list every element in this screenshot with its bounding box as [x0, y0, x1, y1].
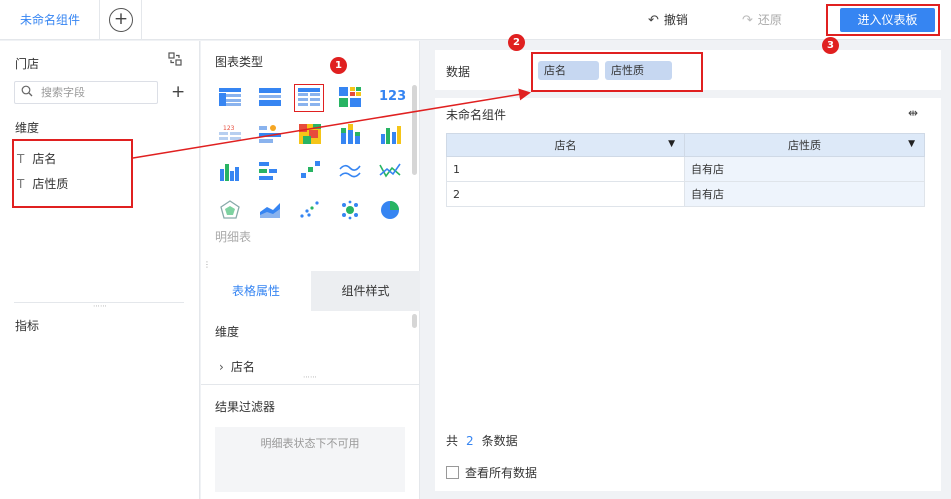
- config-panel: 图表类型 123 123 明细表 ⋮ 表格属性 组件样式 维度 › 店名 ⋯⋯ …: [201, 41, 420, 499]
- kpi-number-icon[interactable]: 123: [379, 89, 406, 109]
- search-icon: [21, 85, 33, 100]
- property-dimension-item-label: 店名: [230, 360, 255, 374]
- color-table-icon[interactable]: [339, 87, 361, 107]
- annotation-badge-1: 1: [330, 57, 347, 74]
- annotation-box-enter-button: [826, 4, 940, 36]
- line-chart-icon[interactable]: [339, 161, 361, 181]
- top-bar: 未命名组件 + ↶ 撤销 ↷ 还原 进入仪表板: [0, 0, 951, 40]
- fit-width-icon[interactable]: ⇹: [908, 106, 918, 120]
- annotation-box-data-bar: [531, 52, 703, 92]
- row-count-value: 2: [466, 434, 474, 448]
- property-scrollbar[interactable]: [412, 314, 417, 328]
- chart-type-scrollbar[interactable]: [412, 85, 417, 175]
- radar-chart-icon[interactable]: [219, 200, 241, 220]
- add-field-icon[interactable]: +: [171, 82, 185, 102]
- field-panel: 门店 + 维度 T店名 T店性质 ⋯⋯ 指标: [0, 41, 200, 499]
- annotation-badge-3: 3: [822, 37, 839, 54]
- column-header-store-type[interactable]: 店性质 ▼: [684, 133, 925, 157]
- progress-chart-icon[interactable]: [259, 124, 281, 144]
- dimension-section-label: 维度: [15, 121, 40, 135]
- view-all-label: 查看所有数据: [465, 466, 538, 480]
- row-count: 共 2 条数据: [446, 432, 518, 449]
- table-cell: 自有店: [684, 181, 925, 207]
- tab-table-properties[interactable]: 表格属性: [201, 271, 311, 311]
- redo-button[interactable]: ↷ 还原: [742, 11, 782, 28]
- table-row: 1 自有店: [446, 156, 925, 182]
- undo-button[interactable]: ↶ 撤销: [648, 11, 688, 28]
- resize-grip-icon[interactable]: ⋯⋯: [303, 374, 317, 381]
- search-field: [14, 81, 158, 104]
- row-count-suffix: 条数据: [481, 434, 518, 448]
- annotation-box-fields: [12, 139, 133, 208]
- detail-table-icon[interactable]: [294, 84, 324, 112]
- scatter-chart-icon[interactable]: [299, 200, 321, 220]
- undo-label: 撤销: [663, 13, 688, 27]
- property-dimension-label: 维度: [215, 325, 240, 339]
- data-bar-label: 数据: [446, 65, 471, 79]
- switch-datasource-icon[interactable]: [168, 52, 182, 70]
- column-header-label: 店性质: [788, 139, 821, 152]
- panel-resize-grip-icon[interactable]: ⋮: [203, 261, 211, 269]
- view-all-checkbox[interactable]: [446, 466, 459, 479]
- table-row: 2 自有店: [446, 181, 925, 207]
- undo-icon: ↶: [648, 13, 659, 28]
- metric-section-label: 指标: [15, 319, 40, 333]
- redo-label: 还原: [757, 13, 782, 27]
- text-chart-icon[interactable]: 123: [219, 124, 241, 144]
- column-header-label: 店名: [554, 139, 577, 152]
- sort-dropdown-icon[interactable]: ▼: [668, 139, 675, 149]
- cross-table-icon[interactable]: [259, 88, 281, 108]
- annotation-badge-2: 2: [508, 34, 525, 51]
- component-tab[interactable]: 未命名组件: [0, 0, 100, 40]
- sort-dropdown-icon[interactable]: ▼: [908, 139, 915, 149]
- combo-line-icon[interactable]: [379, 161, 401, 181]
- chart-type-title: 图表类型: [215, 55, 264, 69]
- column-header-store-name[interactable]: 店名 ▼: [446, 133, 685, 157]
- grouped-table-icon[interactable]: [219, 88, 241, 108]
- add-tab-button[interactable]: +: [109, 8, 133, 32]
- chart-type-name: 明细表: [215, 230, 252, 244]
- view-all-data-option[interactable]: 查看所有数据: [446, 464, 537, 481]
- table-cell: 1: [446, 156, 685, 182]
- horizontal-bar-icon[interactable]: [259, 161, 281, 181]
- result-filter-title: 结果过滤器: [215, 400, 276, 414]
- bubble-chart-icon[interactable]: [339, 200, 361, 220]
- redo-icon: ↷: [742, 13, 753, 28]
- detail-table: 店名 ▼ 店性质 ▼ 1 自有店 2 自有店: [446, 133, 925, 207]
- search-input[interactable]: [41, 84, 151, 101]
- tab-component-style[interactable]: 组件样式: [311, 271, 420, 311]
- section-divider: [201, 384, 420, 385]
- component-canvas: 未命名组件 ⇹ 店名 ▼ 店性质 ▼ 1 自有店 2 自有店 共 2 条数据 查看所有数…: [435, 98, 941, 491]
- component-title: 未命名组件: [446, 108, 507, 122]
- resize-grip-icon[interactable]: ⋯⋯: [93, 303, 107, 310]
- scatter-step-icon[interactable]: [299, 161, 321, 181]
- table-cell: 自有店: [684, 156, 925, 182]
- datasource-title: 门店: [15, 57, 40, 71]
- svg-text:123: 123: [223, 125, 235, 132]
- area-chart-icon[interactable]: [259, 200, 281, 220]
- table-cell: 2: [446, 181, 685, 207]
- chevron-right-icon: ›: [219, 360, 224, 374]
- row-count-prefix: 共: [446, 434, 459, 448]
- stacked-bar-icon[interactable]: [339, 124, 361, 144]
- property-dimension-item[interactable]: › 店名: [219, 358, 255, 375]
- heatmap-icon[interactable]: [299, 124, 321, 144]
- pie-chart-icon[interactable]: [379, 200, 401, 220]
- result-filter-placeholder: 明细表状态下不可用: [215, 427, 405, 492]
- bar-chart-icon[interactable]: [219, 161, 241, 181]
- property-tabs: 表格属性 组件样式: [201, 271, 420, 311]
- grouped-bar-icon[interactable]: [379, 124, 401, 144]
